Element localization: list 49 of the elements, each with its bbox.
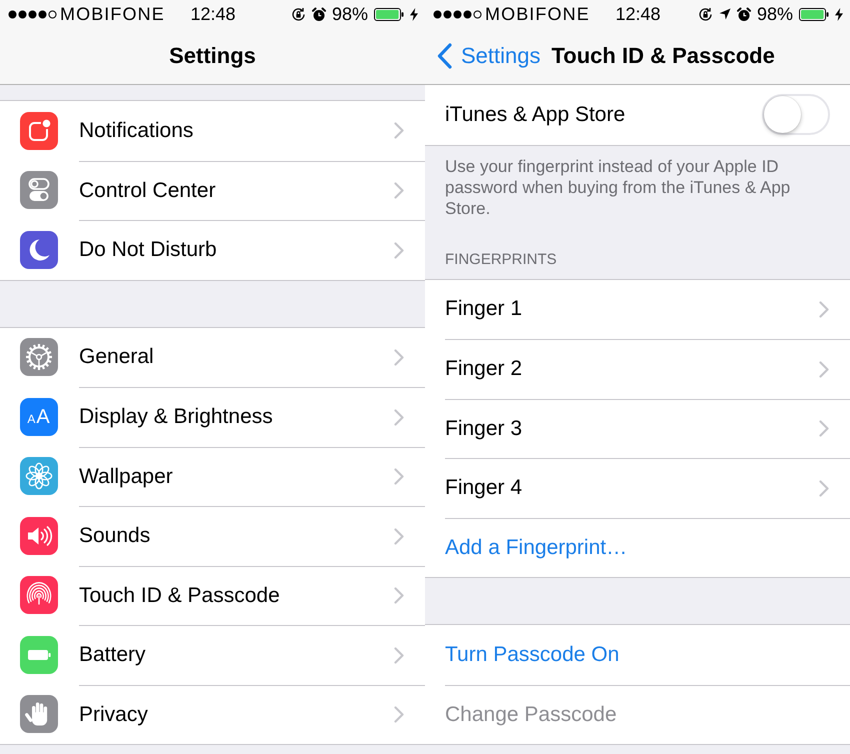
- battery-icon: [799, 8, 829, 20]
- nav-title: Touch ID & Passcode: [552, 43, 775, 69]
- nav-title: Settings: [169, 43, 256, 69]
- battery-icon: [374, 8, 404, 20]
- back-button[interactable]: Settings: [437, 43, 540, 69]
- text-size-icon: AA: [20, 398, 58, 436]
- chevron-right-icon: [394, 242, 404, 259]
- chevron-right-icon: [394, 528, 404, 545]
- chevron-right-icon: [394, 182, 404, 200]
- section-header: FINGERPRINTS: [444, 250, 558, 270]
- toggle-switch[interactable]: [762, 94, 830, 135]
- status-time: 12:48: [615, 4, 661, 24]
- chevron-right-icon: [819, 360, 829, 378]
- list-item[interactable]: Privacy: [0, 684, 425, 744]
- chevron-right-icon: [819, 300, 829, 318]
- list-item[interactable]: General: [0, 328, 425, 387]
- list-item[interactable]: Control Center: [0, 160, 425, 220]
- list-item[interactable]: Battery: [0, 625, 425, 684]
- list-item[interactable]: Finger 1: [425, 280, 850, 339]
- list-item[interactable]: Finger 2: [425, 339, 850, 398]
- back-chevron-icon: [437, 43, 452, 69]
- list-item[interactable]: Finger 4: [425, 458, 850, 518]
- list-item[interactable]: Notifications: [0, 101, 425, 160]
- chevron-right-icon: [819, 480, 829, 497]
- action-button[interactable]: Add a Fingerprint…: [425, 518, 850, 577]
- list-item[interactable]: AA Display & Brightness: [0, 387, 425, 446]
- chevron-right-icon: [394, 706, 404, 724]
- list-item[interactable]: Sounds: [0, 506, 425, 566]
- battery-percentage: 98%: [756, 4, 793, 24]
- section-footer-text: Use your fingerprint instead of your Apple ID password when buying from the iTunes & App Store.: [444, 156, 792, 218]
- list-item[interactable]: Touch ID & Passcode: [0, 566, 425, 625]
- chevron-right-icon: [394, 408, 404, 426]
- chevron-right-icon: [394, 646, 404, 664]
- chevron-right-icon: [819, 420, 829, 438]
- list-item[interactable]: Wallpaper: [0, 446, 425, 506]
- chevron-right-icon: [394, 587, 404, 604]
- signal-strength-icon: [8, 10, 57, 18]
- carrier-name: MOBIFONE: [485, 4, 590, 24]
- list-item[interactable]: Finger 3: [425, 398, 850, 458]
- chevron-right-icon: [394, 122, 404, 140]
- chevron-right-icon: [394, 348, 404, 366]
- list-item[interactable]: Do Not Disturb: [0, 220, 425, 280]
- action-button[interactable]: Turn Passcode On: [425, 625, 850, 684]
- battery-percentage: 98%: [332, 4, 368, 24]
- status-time: 12:48: [190, 4, 236, 24]
- toggle-label: iTunes & App Store: [445, 102, 626, 126]
- chevron-right-icon: [394, 468, 404, 486]
- carrier-name: MOBIFONE: [60, 4, 165, 24]
- signal-strength-icon: [433, 10, 482, 18]
